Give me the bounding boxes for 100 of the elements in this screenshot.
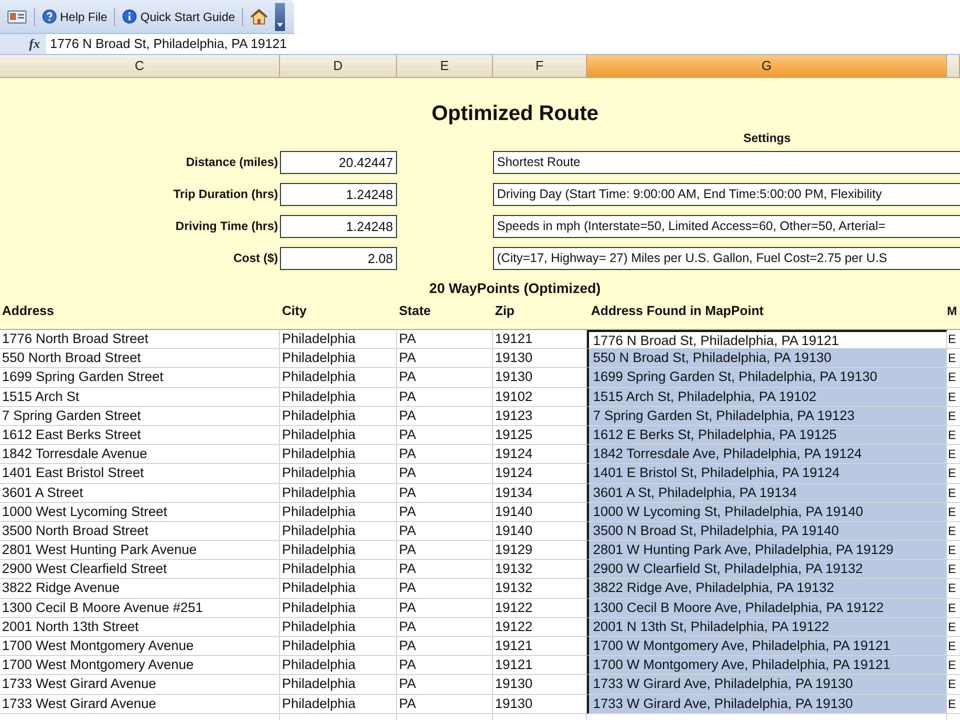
table-cell: E (947, 694, 960, 714)
table-cell[interactable]: 3601 A St, Philadelphia, PA 19134 (587, 484, 947, 503)
table-cell[interactable]: 1776 N Broad St, Philadelphia, PA 19121 (587, 330, 947, 350)
function-label: fx (28, 35, 41, 53)
table-cell: E (947, 541, 960, 560)
table-cell: 2801 West Hunting Park Avenue (0, 541, 280, 560)
table-cell: Philadelphia (280, 349, 397, 368)
help-icon (42, 9, 57, 24)
table-cell: Philadelphia (280, 656, 397, 676)
table-cell: Philadelphia (280, 445, 397, 464)
table-cell: 1700 West Montgomery Avenue (0, 637, 280, 656)
toolbar-button[interactable]: Help File (39, 7, 110, 26)
table-cell[interactable]: 3500 N Broad St, Philadelphia, PA 19140 (587, 522, 947, 542)
table-cell: Philadelphia (280, 560, 397, 580)
column-header[interactable]: D (280, 55, 397, 77)
table-cell: PA (397, 541, 493, 560)
card-icon (7, 10, 27, 24)
column-header[interactable]: G (587, 55, 947, 77)
table-cell: Philadelphia (280, 598, 397, 618)
table-cell[interactable]: 1733 W Girard Ave, Philadelphia, PA 19130 (587, 675, 947, 695)
table-cell[interactable]: 2001 N 13th St, Philadelphia, PA 19122 (587, 618, 947, 637)
table-cell[interactable]: 1700 W Montgomery Ave, Philadelphia, PA 19121 (587, 637, 947, 656)
table-cell: Philadelphia (280, 541, 397, 560)
table-cell: PA (397, 388, 493, 407)
summary-value: 20.42447 (280, 150, 397, 174)
table-cell: 1515 Arch St (0, 388, 280, 407)
table-cell[interactable]: 1612 E Berks St, Philadelphia, PA 19125 (587, 426, 947, 446)
table-cell: PA (397, 502, 493, 522)
column-heading: City (281, 302, 308, 320)
table-cell: 1699 Spring Garden Street (0, 368, 280, 388)
table-cell: PA (397, 464, 493, 484)
toolbar-button[interactable]: Quick Start Guide (119, 7, 238, 26)
table-cell[interactable]: 1515 Arch St, Philadelphia, PA 19102 (587, 388, 947, 407)
table-cell: Philadelphia (280, 675, 397, 695)
table-cell: E (947, 522, 960, 542)
table-cell: 1401 East Bristol Street (0, 464, 280, 484)
table-cell[interactable]: 1300 Cecil B Moore Ave, Philadelphia, PA 19122 (587, 598, 947, 618)
table-cell: E (947, 484, 960, 503)
table-cell: Philadelphia (280, 637, 397, 656)
table-cell: E (947, 349, 960, 368)
table-cell: 1612 East Berks Street (0, 426, 280, 446)
toolbar-overflow-button[interactable] (275, 2, 286, 30)
table-cell: E (947, 618, 960, 637)
table-cell: E (947, 445, 960, 464)
formula-field[interactable]: 1776 N Broad St, Philadelphia, PA 19121 (46, 34, 960, 54)
table-cell: Philadelphia (280, 579, 397, 599)
table-cell: 1000 West Lycoming Street (0, 502, 280, 522)
summary-label: Driving Time (hrs) (174, 219, 279, 233)
info-icon (122, 9, 138, 24)
table-cell[interactable]: 1842 Torresdale Ave, Philadelphia, PA 19124 (587, 445, 947, 464)
table-cell: E (947, 637, 960, 656)
table-cell: 1776 North Broad Street (0, 330, 280, 350)
table-cell: E (947, 560, 960, 580)
table-cell[interactable]: 550 N Broad St, Philadelphia, PA 19130 (587, 349, 947, 368)
table-cell: 1300 Cecil B Moore Avenue #251 (0, 598, 280, 618)
table-cell: PA (397, 349, 493, 368)
setting-value: Driving Day (Start Time: 9:00:00 AM, End Time:5:00:00 PM, Flexibility (493, 182, 960, 206)
table-cell[interactable]: 7 Spring Garden St, Philadelphia, PA 19123 (587, 406, 947, 426)
table-cell[interactable]: 1699 Spring Garden St, Philadelphia, PA 19130 (587, 368, 947, 388)
table-cell: E (947, 675, 960, 695)
table-cell[interactable]: 1700 W Montgomery Ave, Philadelphia, PA 19121 (587, 656, 947, 676)
column-heading: State (398, 302, 432, 320)
summary-label: Trip Duration (hrs) (172, 187, 279, 201)
table-cell[interactable]: 2801 W Hunting Park Ave, Philadelphia, PA 19129 (587, 541, 947, 560)
table-cell: Philadelphia (280, 426, 397, 446)
table-cell: E (947, 368, 960, 388)
summary-value: 1.24248 (280, 214, 397, 238)
table-cell: Philadelphia (280, 502, 397, 522)
table-cell: PA (397, 579, 493, 599)
table-cell: Philadelphia (280, 368, 397, 388)
table-cell: Philadelphia (280, 330, 397, 350)
table-cell: Philadelphia (280, 388, 397, 407)
table-cell: Philadelphia (280, 618, 397, 637)
table-cell[interactable]: 1733 W Girard Ave, Philadelphia, PA 19130 (587, 694, 947, 714)
table-cell[interactable]: 2900 W Clearfield St, Philadelphia, PA 19132 (587, 560, 947, 580)
setting-value: (City=17, Highway= 27) Miles per U.S. Gallon, Fuel Cost=2.75 per U.S (493, 246, 960, 270)
table-cell[interactable]: 1000 W Lycoming St, Philadelphia, PA 19140 (587, 502, 947, 522)
column-header[interactable]: E (397, 55, 493, 77)
table-cell[interactable]: 3822 Ridge Ave, Philadelphia, PA 19132 (587, 579, 947, 599)
table-cell: 1733 West Girard Avenue (0, 675, 280, 695)
table-cell: 3500 North Broad Street (0, 522, 280, 542)
table-cell: PA (397, 560, 493, 580)
table-cell[interactable]: 1401 E Bristol St, Philadelphia, PA 19124 (587, 464, 947, 484)
summary-value: 2.08 (280, 246, 397, 270)
column-header[interactable]: C (0, 55, 280, 77)
table-cell: Philadelphia (280, 406, 397, 426)
table-cell: 1733 West Girard Avenue (0, 694, 280, 714)
table-cell: E (947, 388, 960, 407)
table-cell: 2001 North 13th Street (0, 618, 280, 637)
table-cell: 1842 Torresdale Avenue (0, 445, 280, 464)
table-cell: E (947, 330, 960, 350)
table-cell: PA (397, 694, 493, 714)
setting-value: Speeds in mph (Interstate=50, Limited Access=60, Other=50, Arterial= (493, 214, 960, 238)
sheet-title: Optimized Route (430, 102, 600, 127)
column-heading: Address (1, 302, 56, 320)
table-cell: PA (397, 445, 493, 464)
table-cell: PA (397, 618, 493, 637)
table-cell: 3601 A Street (0, 484, 280, 503)
waypoints-heading: 20 WayPoints (Optimized) (428, 280, 602, 298)
table-cell: E (947, 579, 960, 599)
